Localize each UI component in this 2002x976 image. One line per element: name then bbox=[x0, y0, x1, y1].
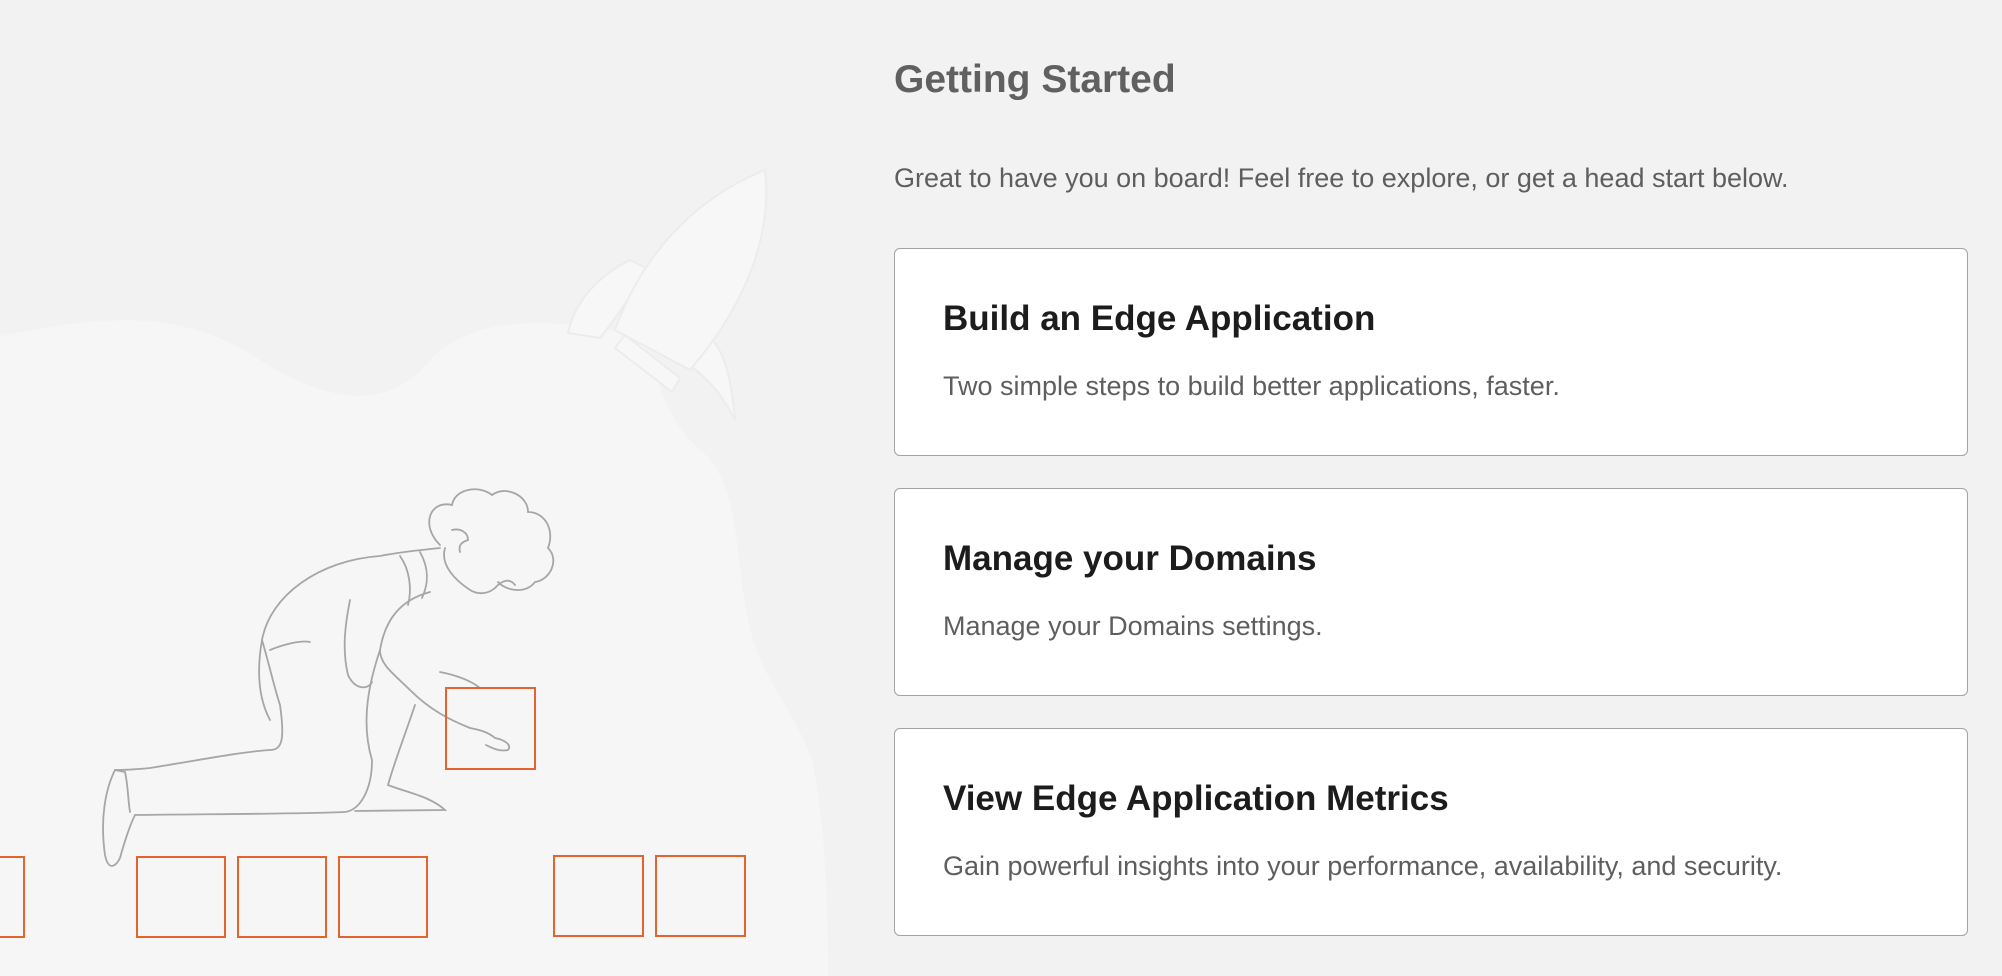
card-title: View Edge Application Metrics bbox=[943, 779, 1449, 818]
page-subtitle: Great to have you on board! Feel free to… bbox=[894, 163, 1789, 193]
getting-started-page: Getting Started Great to have you on boa… bbox=[0, 0, 2002, 976]
card-title: Build an Edge Application bbox=[943, 299, 1376, 338]
page-title: Getting Started bbox=[894, 58, 1176, 101]
background-blob bbox=[0, 320, 828, 976]
card-title: Manage your Domains bbox=[943, 539, 1317, 578]
onboarding-illustration bbox=[0, 168, 828, 976]
card-description: Gain powerful insights into your perform… bbox=[943, 851, 1783, 881]
card-description: Manage your Domains settings. bbox=[943, 611, 1323, 641]
build-edge-application-card[interactable]: Build an Edge Application Two simple ste… bbox=[894, 248, 1968, 456]
manage-domains-card[interactable]: Manage your Domains Manage your Domains … bbox=[894, 488, 1968, 696]
view-edge-metrics-card[interactable]: View Edge Application Metrics Gain power… bbox=[894, 728, 1968, 936]
card-description: Two simple steps to build better applica… bbox=[943, 371, 1560, 401]
